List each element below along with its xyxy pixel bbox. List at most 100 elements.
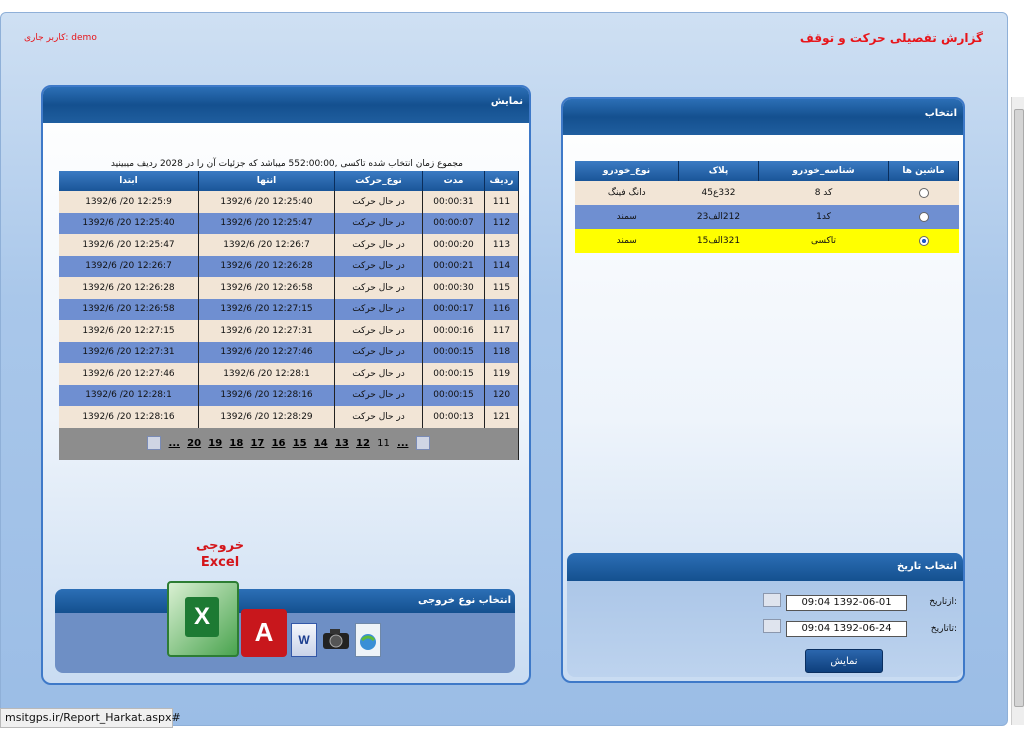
table-row: 116 00:00:17 در حال حرکت 12:27:15 20/ 1392/… [59,298,519,320]
pager-page[interactable]: 14 [314,438,328,449]
excel-caption: خروجی Excel [196,537,244,571]
cell-duration: 00:00:31 [422,191,485,213]
vehicle-body: کد 8 332ع45 دانگ فینگ کد1 212الف23 سمند تاکسی 3… [575,181,959,253]
vehicle-kind: دانگ فینگ [575,181,679,205]
vehicle-id: کد1 [758,205,889,229]
pdf-export-icon[interactable]: A [241,609,287,657]
cell-type: در حال حرکت [334,363,423,385]
vehicle-id: کد 8 [758,181,889,205]
col-duration[interactable]: مدت [422,171,485,191]
select-panel: انتخاب ماشین ها شناسه_خودرو پلاک نوع_خود… [561,97,965,683]
cell-type: در حال حرکت [334,320,423,342]
vehicle-radio[interactable] [918,187,929,198]
to-date-label: تاتاریخ: [930,624,957,634]
pager-page[interactable]: 12 [356,438,370,449]
cell-id: 117 [484,320,519,342]
from-calendar-icon[interactable] [763,593,781,607]
cell-end: 12:26:7 20/ 1392/6 [198,234,335,256]
cell-end: 12:26:28 20/ 1392/6 [198,255,335,277]
table-row: 112 00:00:07 در حال حرکت 12:25:47 20/ 1392/… [59,212,519,234]
cell-id: 114 [484,255,519,277]
cell-duration: 00:00:15 [422,363,485,385]
cell-start: 12:25:47 20/ 1392/6 [59,234,199,256]
excel-caption-line1: خروجی [196,538,245,553]
word-export-icon[interactable]: W [291,623,317,657]
cell-type: در حال حرکت [334,277,423,299]
vehicle-select-cell [888,205,959,229]
cell-id: 113 [484,234,519,256]
cell-start: 12:26:28 20/ 1392/6 [59,277,199,299]
display-panel-title: نمایش [43,87,529,123]
col-vehicle-id[interactable]: شناسه_خودرو [758,161,889,181]
cell-id: 120 [484,384,519,406]
vehicle-select-cell [888,229,959,253]
pager-page[interactable]: 18 [229,438,243,449]
col-vehicle-kind[interactable]: نوع_خودرو [575,161,679,181]
vehicle-radio[interactable] [918,235,929,246]
col-vehicles[interactable]: ماشین ها [888,161,959,181]
table-row: 117 00:00:16 در حال حرکت 12:27:31 20/ 1392/… [59,320,519,342]
html-export-icon[interactable] [355,623,381,657]
cell-id: 115 [484,277,519,299]
page-title: گزارش تفصیلی حرکت و توقف [799,31,983,45]
scrollbar-thumb[interactable] [1014,109,1024,707]
cell-type: در حال حرکت [334,191,423,213]
excel-caption-line2: Excel [200,555,240,570]
vehicle-kind: سمند [575,205,679,229]
cell-start: 12:26:7 20/ 1392/6 [59,255,199,277]
cell-duration: 00:00:16 [422,320,485,342]
pager-page[interactable]: 13 [335,438,349,449]
current-user: کاربر جاری: demo [24,33,97,43]
cell-type: در حال حرکت [334,406,423,428]
excel-icon-letter: X [185,597,219,637]
vertical-scrollbar[interactable] [1011,97,1024,725]
pager-page[interactable]: 19 [208,438,222,449]
vehicle-id: تاکسی [758,229,889,253]
vehicle-row[interactable]: کد1 212الف23 سمند [575,205,959,229]
pager-page[interactable]: 17 [250,438,264,449]
excel-export-icon[interactable]: X [167,581,239,657]
show-button[interactable]: نمایش [805,649,883,673]
display-panel: نمایش مجموع زمان انتخاب شده تاکسی ,552:0… [41,85,531,685]
pager-page[interactable]: 20 [187,438,201,449]
table-row: 119 00:00:15 در حال حرکت 12:28:1 20/ 1392/6… [59,363,519,385]
col-start[interactable]: ابتدا [59,171,199,191]
summary-text: مجموع زمان انتخاب شده تاکسی ,552:00:00 م… [110,159,463,169]
camera-export-icon[interactable] [321,625,351,653]
vehicle-kind: سمند [575,229,679,253]
col-row[interactable]: ردیف [484,171,519,191]
from-date-input[interactable]: 09:04 1392-06-01 [786,595,907,611]
vehicle-select-cell [888,181,959,205]
from-date-label: ازتاریخ: [929,597,957,607]
cell-id: 118 [484,341,519,363]
cell-id: 116 [484,298,519,320]
cell-duration: 00:00:20 [422,234,485,256]
last-page-icon[interactable] [147,435,162,450]
col-type[interactable]: نوع_حرکت [334,171,423,191]
cell-id: 121 [484,406,519,428]
to-calendar-icon[interactable] [763,619,781,633]
pager-more-next[interactable]: ... [169,438,180,449]
cell-end: 12:26:58 20/ 1392/6 [198,277,335,299]
pager: ... 20 19 18 17 16 15 14 13 12 11 ... [59,427,519,460]
to-date-input[interactable]: 09:04 1392-06-24 [786,621,907,637]
cell-type: در حال حرکت [334,234,423,256]
col-end[interactable]: انتها [198,171,335,191]
first-page-icon[interactable] [415,435,430,450]
pager-page[interactable]: 16 [272,438,286,449]
vehicle-radio[interactable] [918,211,929,222]
cell-end: 12:28:1 20/ 1392/6 [198,363,335,385]
table-row: 121 00:00:13 در حال حرکت 12:28:29 20/ 1392/… [59,406,519,428]
vehicle-row[interactable]: تاکسی 321الف15 سمند [575,229,959,253]
pager-page[interactable]: 15 [293,438,307,449]
vehicle-row[interactable]: کد 8 332ع45 دانگ فینگ [575,181,959,205]
cell-type: در حال حرکت [334,298,423,320]
cell-start: 12:27:46 20/ 1392/6 [59,363,199,385]
cell-end: 12:25:47 20/ 1392/6 [198,212,335,234]
col-plate[interactable]: پلاک [678,161,759,181]
cell-start: 12:25:9 20/ 1392/6 [59,191,199,213]
vehicle-table: ماشین ها شناسه_خودرو پلاک نوع_خودرو کد 8… [575,161,959,253]
cell-duration: 00:00:13 [422,406,485,428]
pager-more-prev[interactable]: ... [397,438,408,449]
cell-duration: 00:00:15 [422,341,485,363]
